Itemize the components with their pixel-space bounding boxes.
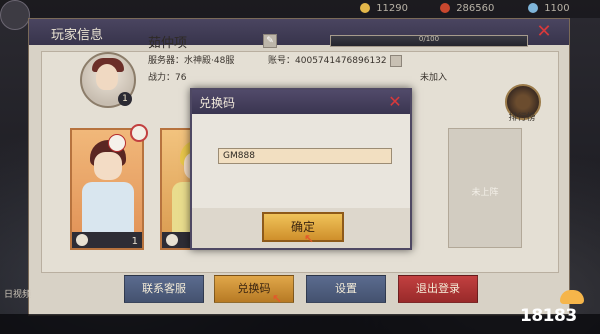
redeem-code-dialog: 兑换码 ✕ GM888 确定 ↖ [190, 88, 412, 250]
account-id-info: 账号：4005741476896132 [268, 56, 387, 66]
dialog-header: 兑换码 ✕ [192, 90, 410, 114]
player-portrait-icon[interactable] [0, 0, 30, 30]
resource-coin: 11290 [360, 3, 408, 14]
account-id-value: 4005741476896132 [295, 56, 387, 66]
settings-button[interactable]: 设置 [306, 275, 386, 303]
top-resource-bar: 11290 286560 1100 [0, 0, 600, 30]
gem-count: 286560 [456, 3, 495, 14]
resource-stamina: 1100 [528, 3, 570, 14]
contact-service-button[interactable]: 联系客服 [124, 275, 204, 303]
server-value: 水神殿·48服 [184, 56, 235, 66]
fox-mask-icon [108, 134, 126, 152]
side-menu-label[interactable]: 日视频 [4, 287, 31, 300]
tap-arrow-icon: ↖ [304, 232, 315, 246]
power-value: 76 [175, 73, 187, 83]
power-info: 战力：76 [148, 73, 187, 83]
coin-count: 11290 [376, 3, 408, 14]
player-level-badge: 1 [118, 92, 132, 106]
player-name: 茹仲项 [148, 36, 188, 51]
dialog-footer: 确定 ↖ [192, 208, 410, 248]
copy-id-icon[interactable] [390, 55, 402, 67]
empty-slot-label: 未上阵 [471, 188, 499, 198]
server-info: 服务器：水神殿·48服 [148, 56, 235, 66]
logout-button[interactable]: 退出登录 [398, 275, 478, 303]
card-star-count: 1 [131, 236, 138, 247]
leaderboard-label[interactable]: 排行榜 [502, 110, 542, 123]
resource-gem: 286560 [440, 3, 494, 14]
timer-icon [130, 124, 148, 142]
close-icon[interactable]: ✕ [533, 22, 555, 42]
watermark-text: 18183 [520, 306, 577, 326]
edit-name-icon[interactable]: ✎ [263, 34, 277, 48]
bottom-nav-strip [0, 314, 600, 334]
character-card-1[interactable]: 1 [70, 124, 148, 250]
coin-icon [360, 3, 370, 13]
gem-icon [440, 3, 450, 13]
mascot-icon [560, 290, 584, 304]
stamina-count: 1100 [544, 3, 570, 14]
exp-bar: 0/100 [330, 35, 528, 47]
element-icon [166, 234, 178, 246]
dialog-title: 兑换码 [199, 96, 236, 110]
exp-text: 0/100 [418, 35, 440, 43]
guild-value: 未加入 [420, 73, 448, 83]
player-avatar[interactable]: 1 [80, 52, 136, 108]
element-icon [76, 234, 88, 246]
stamina-icon [528, 3, 538, 13]
close-icon[interactable]: ✕ [386, 92, 404, 112]
site-watermark: 18183 [516, 290, 600, 334]
redeem-code-input[interactable]: GM888 [218, 148, 392, 164]
confirm-button[interactable]: 确定 [262, 212, 344, 242]
empty-slot[interactable]: 未上阵 [448, 128, 522, 248]
panel-title: 玩家信息 [51, 28, 104, 43]
tap-arrow-icon: ↖ [272, 292, 283, 306]
